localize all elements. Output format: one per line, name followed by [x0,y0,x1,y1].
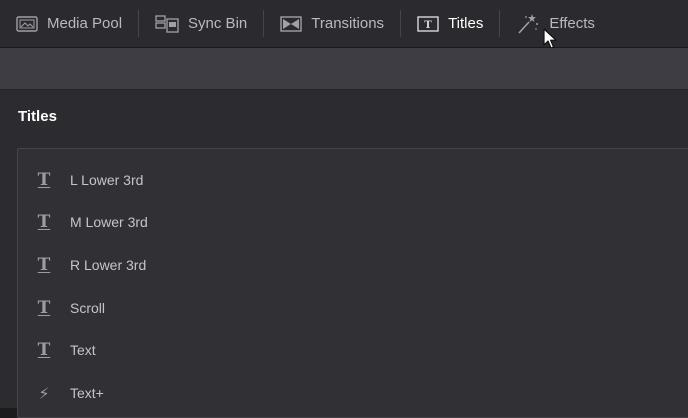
title-t-icon: T [37,298,51,318]
list-item-label: R Lower 3rd [70,257,147,273]
panel-subheader [0,48,688,90]
list-item[interactable]: T M Lower 3rd [36,208,148,236]
svg-text:T: T [424,20,432,31]
sync-bin-icon [155,14,179,33]
title-t-icon: T [37,340,51,360]
panel-title: Titles [18,108,57,125]
tab-sync-bin[interactable]: Sync Bin [139,0,263,47]
list-item[interactable]: T Scroll [36,294,105,322]
tab-titles-label: Titles [448,15,484,32]
list-item[interactable]: T Text [36,336,96,364]
list-item-label: M Lower 3rd [70,214,148,230]
mouse-pointer-icon [543,28,557,49]
tab-media-pool-label: Media Pool [47,15,123,32]
titles-list[interactable]: T L Lower 3rd T M Lower 3rd T R Lower 3r… [17,148,688,418]
effects-icon [518,13,539,34]
title-t-icon: T [37,212,51,232]
list-item-label: Text+ [70,385,104,401]
fusion-bolt-icon: ⚡ [38,383,50,403]
list-item-label: Text [70,342,96,358]
list-item[interactable]: T L Lower 3rd [36,166,144,194]
title-t-icon: T [37,170,51,190]
tab-sync-bin-label: Sync Bin [188,15,248,32]
tab-transitions[interactable]: Transitions [264,0,400,47]
tab-media-pool[interactable]: Media Pool [0,0,138,47]
list-item[interactable]: ⚡ Text+ [36,379,104,407]
title-t-icon: T [37,255,51,275]
transitions-icon [280,15,302,32]
panel-toolbar: Media Pool Sync Bin Transitions T Titles [0,0,688,48]
list-item[interactable]: T R Lower 3rd [36,251,147,279]
tab-transitions-label: Transitions [311,15,385,32]
titles-icon: T [417,15,439,32]
tab-titles[interactable]: T Titles [401,0,499,47]
media-pool-icon [16,15,38,32]
list-item-label: L Lower 3rd [70,172,144,188]
list-item-label: Scroll [70,300,106,316]
